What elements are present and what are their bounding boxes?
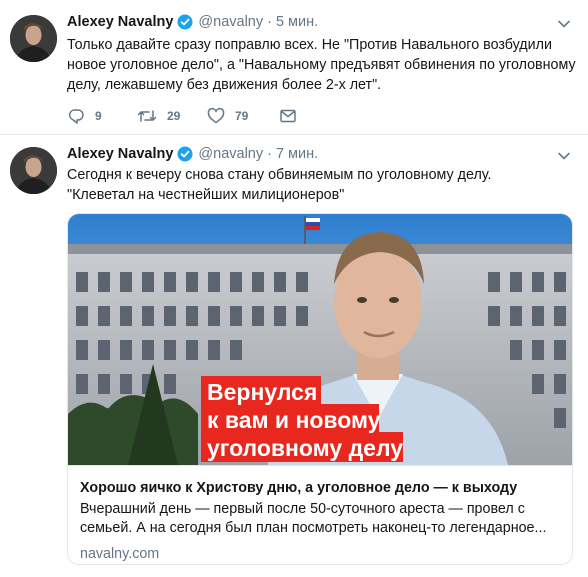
tweet-text: Только давайте сразу поправлю всех. Не "… (67, 35, 577, 95)
tweet-text-line: делу, лежавшему без движения более 2-х л… (67, 77, 382, 93)
link-card[interactable]: Вернулся к вам и новому уголовному делу … (67, 213, 573, 565)
retweet-count: 29 (167, 109, 181, 123)
timestamp[interactable]: 5 мин. (276, 14, 318, 30)
tweet-actions: 9 29 79 (67, 106, 297, 126)
direct-message-icon (280, 109, 296, 123)
tweet-header: Alexey Navalny @navalny · 5 мин. (67, 12, 318, 32)
reply-count: 9 (95, 109, 102, 123)
avatar[interactable] (10, 147, 57, 194)
timestamp[interactable]: 7 мин. (276, 146, 318, 162)
reply-icon (68, 109, 84, 124)
card-title[interactable]: Хорошо яичко к Христову дню, а уголовное… (80, 478, 562, 498)
author-handle[interactable]: @navalny (198, 146, 263, 162)
tweet[interactable]: Alexey Navalny @navalny · 7 мин. Сегодня… (0, 135, 588, 577)
verified-badge-icon (177, 146, 193, 162)
card-description: Вчерашний день — первый после 50-суточно… (80, 500, 562, 538)
reply-button[interactable]: 9 (67, 107, 137, 125)
author-name[interactable]: Alexey Navalny (67, 146, 173, 162)
direct-message-button[interactable] (279, 107, 297, 125)
verified-badge-icon (177, 14, 193, 30)
separator: · (267, 146, 272, 162)
tweet[interactable]: Alexey Navalny @navalny · 5 мин. Только … (0, 0, 588, 135)
author-name[interactable]: Alexey Navalny (67, 14, 173, 30)
card-image[interactable]: Вернулся к вам и новому уголовному делу (68, 214, 572, 465)
separator: · (267, 14, 272, 30)
card-domain[interactable]: navalny.com (80, 544, 562, 564)
card-image-caption-line: к вам и новому (207, 407, 381, 433)
card-description-line: семьей. А на сегодня был план посмотреть… (80, 520, 547, 536)
card-description-line: Вчерашний день — первый после 50-суточно… (80, 501, 525, 517)
card-body[interactable]: Хорошо яичко к Христову дню, а уголовное… (68, 465, 572, 564)
retweet-button[interactable]: 29 (137, 107, 207, 125)
tweet-text-line: "Клеветал на честнейших милиционеров" (67, 187, 345, 203)
tweet-text: Сегодня к вечеру снова стану обвиняемым … (67, 165, 577, 205)
tweet-header: Alexey Navalny @navalny · 7 мин. (67, 144, 318, 164)
tweet-text-line: Только давайте сразу поправлю всех. Не "… (67, 37, 552, 53)
like-count: 79 (235, 109, 249, 123)
tweet-text-line: новое уголовное дело", а "Навальному пре… (67, 57, 576, 73)
author-handle[interactable]: @navalny (198, 14, 263, 30)
timeline: Alexey Navalny @navalny · 5 мин. Только … (0, 0, 588, 577)
tweet-text-line: Сегодня к вечеру снова стану обвиняемым … (67, 167, 492, 183)
avatar[interactable] (10, 15, 57, 62)
card-image-caption-line: уголовному делу (207, 435, 403, 461)
like-button[interactable]: 79 (207, 107, 279, 125)
chevron-down-icon[interactable] (556, 148, 572, 164)
chevron-down-icon[interactable] (556, 16, 572, 32)
like-icon (207, 107, 225, 124)
retweet-icon (137, 110, 157, 122)
card-image-caption-line: Вернулся (207, 379, 317, 405)
